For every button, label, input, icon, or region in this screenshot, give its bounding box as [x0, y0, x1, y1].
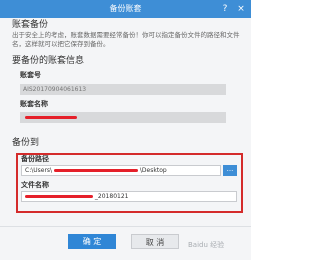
backup-dialog: 备份账套 ? × 账套备份 出于安全上的考虑，账套数据需要经常备份！你可以指定备…	[0, 0, 251, 260]
filename-input[interactable]: _20180121	[21, 191, 237, 202]
watermark: Baidu 经验	[188, 241, 225, 249]
redaction-mark	[53, 169, 138, 172]
account-name-label: 账套名称	[20, 100, 48, 108]
section-heading-backup-to: 备份到	[12, 138, 40, 148]
redaction-mark	[25, 195, 93, 198]
dialog-title: 备份账套	[109, 4, 142, 13]
redaction-mark	[25, 116, 77, 119]
backup-path-label: 备份路径	[21, 155, 49, 163]
account-number-label: 账套号	[20, 71, 41, 79]
cancel-button[interactable]: 取 消	[131, 234, 179, 249]
account-number-field: AIS20170904061613	[20, 84, 226, 95]
footer-divider	[0, 226, 251, 227]
path-prefix: C:\Users\	[25, 167, 53, 174]
filename-suffix: _20180121	[94, 193, 129, 200]
backup-path-input[interactable]: C:\Users\ \Desktop	[21, 165, 221, 176]
highlight-box	[16, 153, 243, 213]
section-heading-backup: 账套备份	[12, 20, 49, 30]
close-icon[interactable]: ×	[235, 3, 247, 15]
confirm-button[interactable]: 确 定	[68, 234, 116, 249]
section-heading-account-info: 要备份的账套信息	[12, 56, 85, 66]
filename-label: 文件名称	[21, 181, 49, 189]
browse-button[interactable]: ...	[223, 165, 237, 176]
help-icon[interactable]: ?	[219, 3, 231, 15]
title-bar: 备份账套 ? ×	[0, 0, 251, 18]
path-suffix: \Desktop	[139, 167, 167, 174]
backup-description: 出于安全上的考虑，账套数据需要经常备份！你可以指定备份文件的路径和文件名，这样就…	[12, 31, 240, 48]
